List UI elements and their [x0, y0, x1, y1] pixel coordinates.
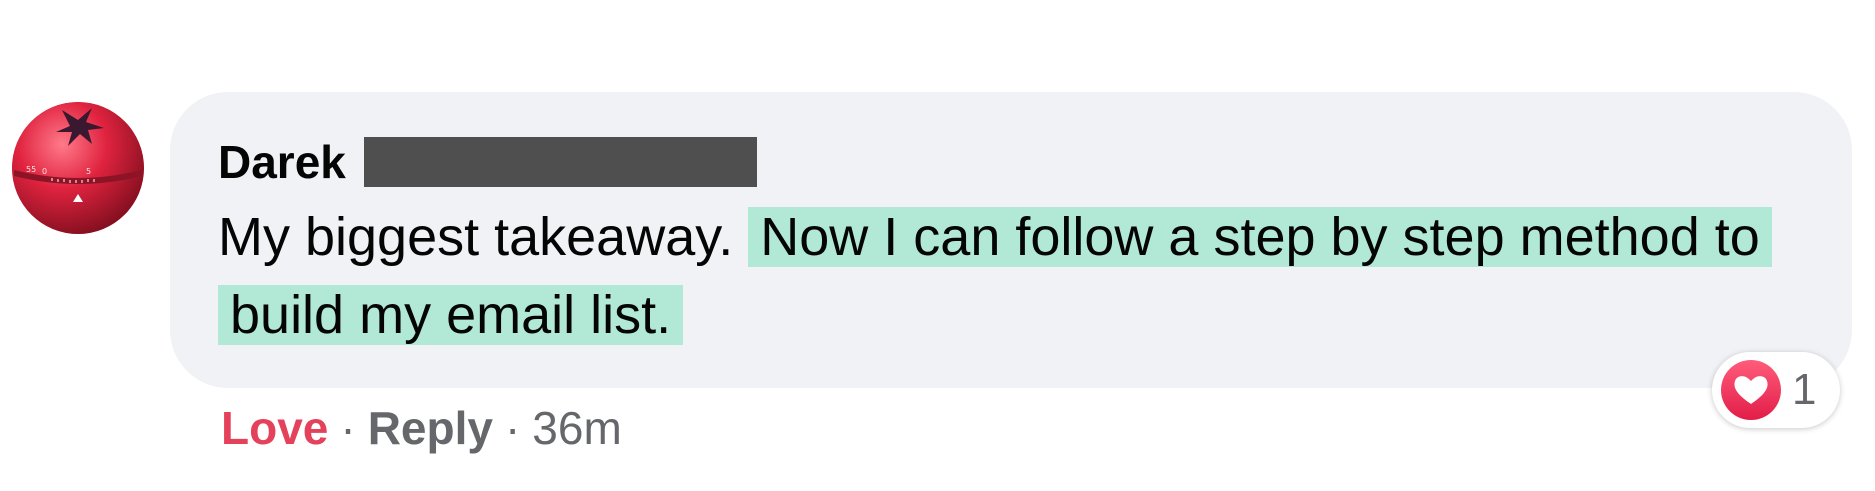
comment-author: Darek	[218, 132, 757, 192]
svg-text:5: 5	[86, 167, 91, 176]
separator: ·	[340, 402, 356, 454]
separator: ·	[504, 402, 521, 454]
author-name[interactable]: Darek	[218, 132, 346, 192]
comment-text: My biggest takeaway. Now I can follow a …	[218, 198, 1778, 354]
svg-text:55: 55	[26, 165, 36, 174]
comment-actions: Love · Reply · 36m	[221, 398, 622, 458]
comment-timestamp[interactable]: 36m	[532, 402, 621, 454]
tomato-timer-icon: 55 0 5	[12, 102, 144, 234]
reaction-count: 1	[1792, 365, 1817, 414]
redacted-surname	[363, 137, 757, 187]
svg-text:0: 0	[42, 167, 47, 176]
heart-icon	[1721, 360, 1781, 420]
avatar[interactable]: 55 0 5	[12, 102, 144, 234]
reaction-summary[interactable]: 1	[1712, 352, 1840, 428]
reply-button[interactable]: Reply	[368, 402, 493, 454]
love-button[interactable]: Love	[221, 402, 328, 454]
comment-text-plain: My biggest takeaway.	[218, 207, 749, 267]
